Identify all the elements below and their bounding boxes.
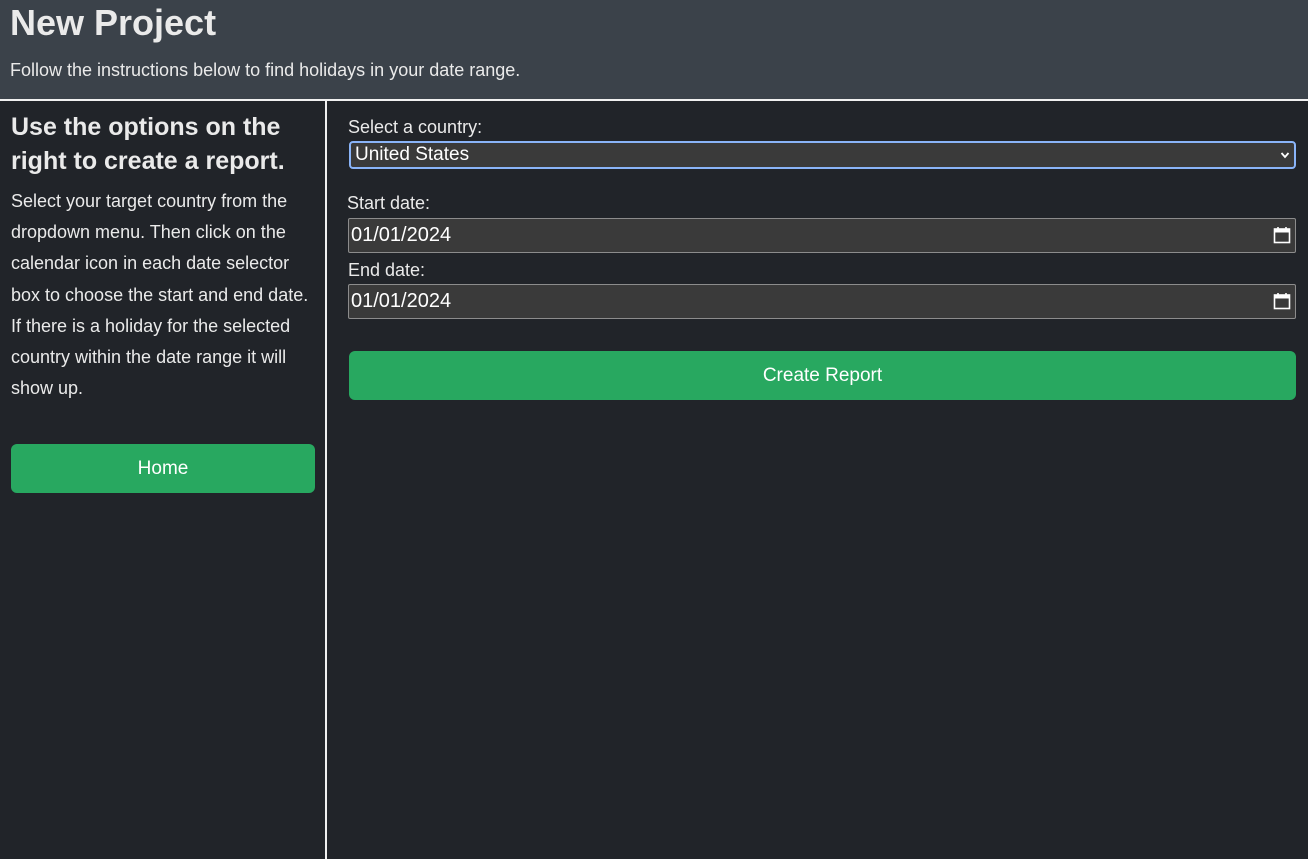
end-date-input[interactable]: 01/01/2024	[348, 284, 1296, 319]
start-date-label: Start date:	[347, 193, 431, 213]
create-report-button[interactable]: Create Report	[349, 351, 1296, 400]
home-button[interactable]: Home	[11, 444, 315, 493]
page-subtitle: Follow the instructions below to find ho…	[10, 60, 521, 80]
report-form: Select a country: United States Start da…	[329, 101, 1308, 859]
end-date-label: End date:	[348, 260, 426, 280]
calendar-icon[interactable]	[1273, 226, 1291, 244]
calendar-icon[interactable]	[1273, 292, 1291, 310]
country-label: Select a country:	[348, 117, 483, 137]
end-date-value: 01/01/2024	[351, 290, 452, 312]
page-header: New Project Follow the instructions belo…	[0, 0, 1308, 101]
country-select-value: United States	[355, 144, 470, 165]
start-date-input[interactable]: 01/01/2024	[348, 218, 1296, 253]
start-date-value: 01/01/2024	[351, 224, 452, 246]
sidebar-instructions: Select your target country from the drop…	[11, 191, 309, 399]
chevron-down-icon	[1280, 152, 1290, 159]
sidebar-heading: Use the options on the right to create a…	[11, 113, 285, 175]
country-select[interactable]: United States	[349, 141, 1296, 169]
sidebar: Use the options on the right to create a…	[0, 101, 327, 859]
page-title: New Project	[10, 2, 217, 43]
